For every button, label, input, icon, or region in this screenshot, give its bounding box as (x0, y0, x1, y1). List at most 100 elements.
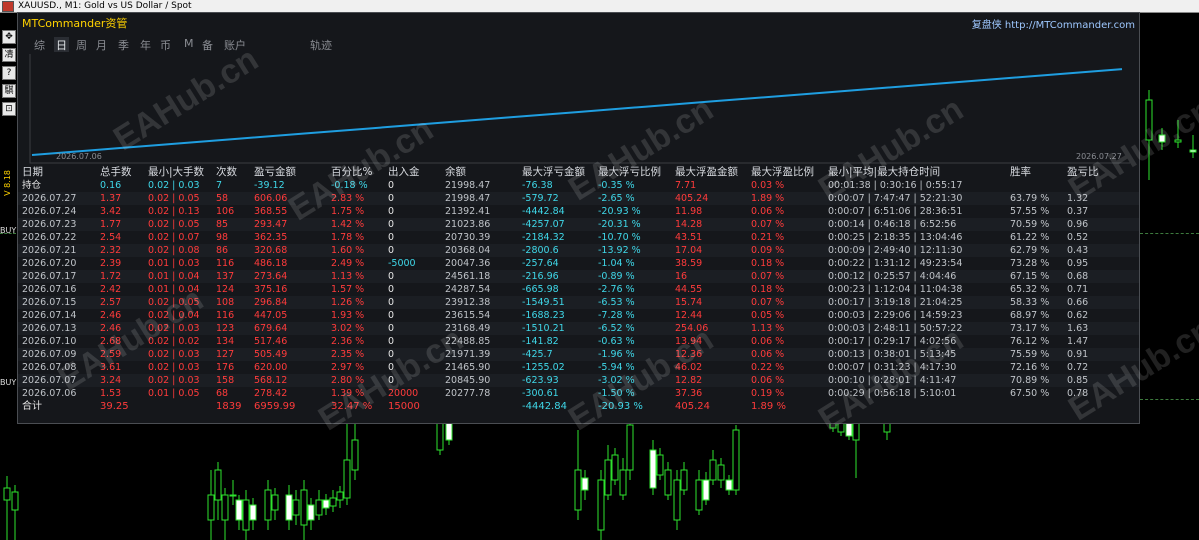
candle-body (221, 494, 229, 521)
cell-maxprofit_pct: 1.89 % (751, 401, 786, 412)
window-icon[interactable]: ⊡ (2, 102, 16, 116)
cell-pct: 1.13 % (331, 271, 365, 282)
cell-maxloss: -4442.84 (522, 401, 567, 412)
cell-maxprofit_pct: 0.06 % (751, 349, 785, 360)
tab-7[interactable]: M (184, 37, 194, 50)
cell-hold: 0:00:07 | 7:47:47 | 52:21:30 (828, 193, 963, 204)
table-row: 2026.07.27 1.37 0.02 | 0.05 58 606.06 2.83 % 0… (18, 192, 1139, 205)
brand-link[interactable]: 复盘侠 http://MTCommander.com (972, 16, 1135, 31)
cell-pnl: 362.35 (254, 232, 288, 243)
cell-hold: 0:00:29 | 0:56:18 | 5:10:01 (828, 388, 957, 399)
column-header: 最大浮盈比例 (751, 166, 814, 178)
cell-flow: 0 (388, 245, 395, 256)
cell-ratio: 0.43 (1067, 245, 1089, 256)
cell-count: 158 (216, 375, 235, 386)
cell-minmax: 0.01 | 0.05 (148, 388, 200, 399)
cell-flow: 0 (388, 336, 395, 347)
cell-win: 68.97 % (1010, 310, 1050, 321)
cell-lots: 2.54 (100, 232, 122, 243)
cell-balance: 24561.18 (445, 271, 491, 282)
horse-icon[interactable]: 騏 (2, 84, 16, 98)
cell-lots: 1.77 (100, 219, 122, 230)
cell-lots: 2.42 (100, 284, 122, 295)
cell-date: 2026.07.13 (22, 323, 77, 334)
cell-maxprofit: 12.36 (675, 349, 703, 360)
tab-10[interactable]: 轨迹 (310, 37, 332, 53)
tab-3[interactable]: 月 (96, 37, 107, 53)
tab-0[interactable]: 综 (34, 37, 45, 53)
move-icon[interactable]: ✥ (2, 30, 16, 44)
tab-6[interactable]: 币 (160, 37, 171, 53)
cell-balance: 20730.39 (445, 232, 491, 243)
candle-body (1189, 149, 1197, 153)
table-header: 日期 总手数 最小|大手数 次数 盈亏金额 百分比% 出入金 余额 最大浮亏金额 最大浮亏比例 最大… (18, 166, 1139, 179)
cell-maxloss: -1549.51 (522, 297, 565, 308)
help-icon[interactable]: ? (2, 66, 16, 80)
cell-flow: 0 (388, 323, 395, 334)
cell-hold: 0:00:23 | 1:12:04 | 11:04:38 (828, 284, 963, 295)
curve-start-date: 2026.07.06 (56, 152, 102, 161)
cell-count: 7 (216, 180, 223, 191)
cell-maxprofit_pct: 0.09 % (751, 245, 785, 256)
cell-maxloss_pct: -20.93 % (598, 401, 643, 412)
cell-count: 85 (216, 219, 229, 230)
cell-maxprofit_pct: 0.18 % (751, 284, 785, 295)
cell-minmax: 0.02 | 0.07 (148, 232, 200, 243)
cell-maxloss: -579.72 (522, 193, 559, 204)
cell-flow: 0 (388, 271, 395, 282)
cell-pnl: 568.12 (254, 375, 288, 386)
cell-maxloss_pct: -7.28 % (598, 310, 635, 321)
cell-maxloss: -425.7 (522, 349, 553, 360)
cell-count: 127 (216, 349, 235, 360)
tab-8[interactable]: 备 (202, 37, 213, 53)
cell-maxloss: -4442.84 (522, 206, 565, 217)
cell-maxloss_pct: -6.52 % (598, 323, 635, 334)
candle-body (649, 449, 657, 489)
cell-flow: 15000 (388, 401, 420, 412)
candle-body (315, 499, 323, 516)
tab-2[interactable]: 周 (76, 37, 87, 53)
table-row: 2026.07.24 3.42 0.02 | 0.13 106 368.55 1.75 %… (18, 205, 1139, 218)
cell-minmax: 0.02 | 0.05 (148, 219, 200, 230)
cell-pnl: -39.12 (254, 180, 285, 191)
cell-lots: 2.46 (100, 323, 122, 334)
cell-minmax: 0.02 | 0.13 (148, 206, 200, 217)
cell-maxprofit_pct: 0.03 % (751, 180, 785, 191)
cell-minmax: 0.02 | 0.03 (148, 375, 200, 386)
tab-4[interactable]: 季 (118, 37, 129, 53)
cell-win: 67.50 % (1010, 388, 1050, 399)
cell-balance: 21465.90 (445, 362, 491, 373)
column-header: 最小|大手数 (148, 166, 205, 178)
tab-5[interactable]: 年 (140, 37, 151, 53)
cell-maxprofit_pct: 0.21 % (751, 232, 785, 243)
cell-maxloss: -2800.6 (522, 245, 559, 256)
cell-win: 73.17 % (1010, 323, 1050, 334)
cell-hold: 0:00:17 | 0:29:17 | 4:02:56 (828, 336, 957, 347)
candle-body (581, 477, 589, 491)
tab-9[interactable]: 账户 (224, 37, 246, 53)
cell-maxloss_pct: -2.65 % (598, 193, 635, 204)
cell-ratio: 0.95 (1067, 258, 1089, 269)
tab-1[interactable]: 日 (54, 37, 69, 53)
cell-maxloss: -2184.32 (522, 232, 565, 243)
cell-date: 2026.07.08 (22, 362, 77, 373)
candle-body (271, 494, 279, 511)
candle-body (292, 499, 300, 516)
cell-balance: 23168.49 (445, 323, 491, 334)
candle-body (619, 469, 627, 496)
cell-pct: 32.47 % (331, 401, 373, 412)
cell-ratio: 0.68 (1067, 271, 1089, 282)
cell-maxloss_pct: -13.92 % (598, 245, 641, 256)
cell-hold: 0:00:07 | 0:31:23 | 4:17:30 (828, 362, 957, 373)
candle-body (307, 504, 315, 521)
cell-date: 2026.07.06 (22, 388, 77, 399)
cell-pct: 2.36 % (331, 336, 365, 347)
cell-pnl: 375.16 (254, 284, 288, 295)
cell-flow: 0 (388, 206, 395, 217)
cell-balance: 23615.54 (445, 310, 491, 321)
table-row: 2026.07.16 2.42 0.01 | 0.04 124 375.16 1.57 %… (18, 283, 1139, 296)
candle-body (264, 489, 272, 521)
clear-icon[interactable]: 凊 (2, 48, 16, 62)
cell-ratio: 0.78 (1067, 388, 1089, 399)
candle-body (285, 494, 293, 521)
